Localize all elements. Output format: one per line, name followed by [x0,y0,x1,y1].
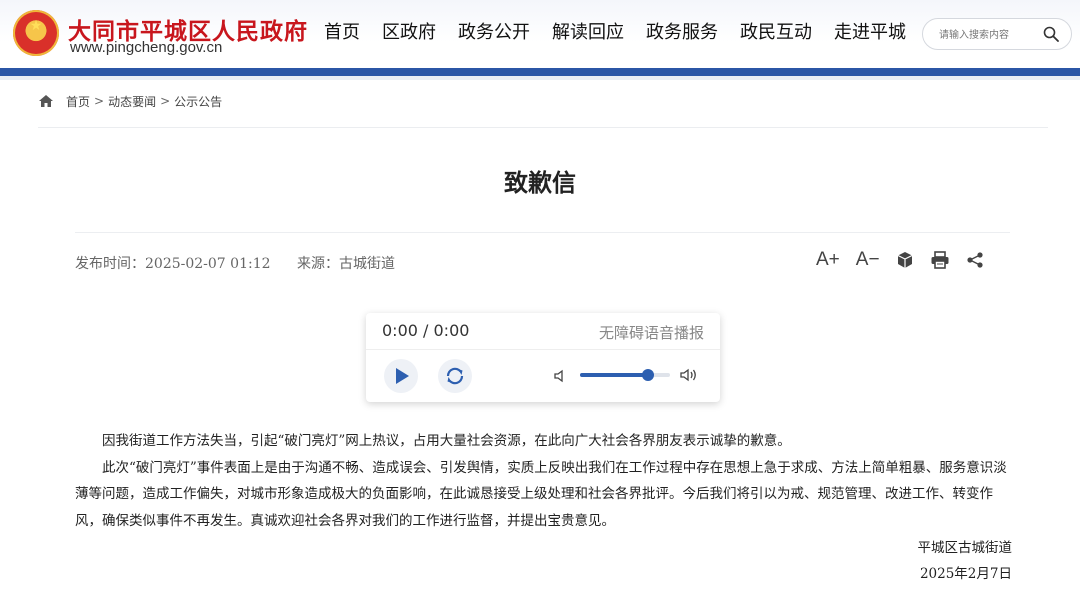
player-divider [366,349,720,350]
national-emblem-logo[interactable]: ★ [13,10,59,56]
article-source: 来源：古城街道 [296,256,395,272]
breadcrumb-news[interactable]: 动态要闻 [108,93,156,110]
nav-item-home[interactable]: 首页 [313,20,371,46]
breadcrumb-separator: > [94,94,105,108]
site-url: www.pingcheng.gov.cn [70,39,223,56]
article-signature: 平城区古城街道 2025年2月7日 [918,535,1013,587]
article-title: 致歉信 [504,168,576,197]
nav-item-gov-services[interactable]: 政务服务 [635,20,729,46]
title-divider [75,232,1010,233]
article-meta: 发布时间：2025-02-07 01:12 来源：古城街道 [75,253,417,273]
nav-item-interaction[interactable]: 政民互动 [729,20,823,46]
article-toolbar: A+ A− [816,249,1000,271]
nav-item-gov-affairs-open[interactable]: 政务公开 [447,20,541,46]
print-icon[interactable] [930,251,950,269]
audio-player-label: 无障碍语音播报 [598,324,704,342]
breadcrumb-separator: > [160,94,171,108]
signature-date: 2025年2月7日 [919,566,1012,582]
breadcrumb-home[interactable]: 首页 [66,93,90,110]
article-paragraph: 因我街道工作方法失当，引起“破门亮灯”网上热议，占用大量社会资源，在此向广大社会… [102,433,791,449]
signature-org: 平城区古城街道 [917,540,1013,556]
font-increase-button[interactable]: A+ [816,249,840,271]
loop-icon [446,367,464,385]
search-box [922,18,1072,50]
site-header: ★ 大同市平城区人民政府 www.pingcheng.gov.cn 首页 区政府… [0,0,1080,70]
volume-high-icon[interactable] [679,367,699,383]
volume-slider[interactable] [580,369,670,381]
article-paragraph: 此次“破门亮灯”事件表面上是由于沟通不畅、造成误会、引发舆情，实质上反映出我们在… [75,459,1007,529]
share-icon[interactable] [966,251,984,269]
breadcrumb-notices[interactable]: 公示公告 [174,93,222,110]
search-icon[interactable] [1043,26,1059,42]
play-button[interactable] [384,359,418,393]
breadcrumb: 首页 > 动态要闻 > 公示公告 [38,91,222,111]
article-body: 因我街道工作方法失当，引起“破门亮灯”网上热议，占用大量社会资源，在此向广大社会… [75,428,1012,534]
volume-low-icon[interactable] [553,369,567,383]
main-nav: 首页 区政府 政务公开 解读回应 政务服务 政民互动 走进平城 [313,20,917,46]
loop-button[interactable] [438,359,472,393]
font-decrease-button[interactable]: A− [856,249,880,271]
audio-player: 0:00 / 0:00 无障碍语音播报 [366,313,720,402]
nav-item-interpretation[interactable]: 解读回应 [541,20,635,46]
volume-slider-handle[interactable] [641,369,654,381]
header-divider-bar [0,68,1080,76]
play-icon [396,368,409,384]
nav-item-about-pingcheng[interactable]: 走进平城 [823,20,917,46]
publish-time: 发布时间：2025-02-07 01:12 [75,256,271,272]
header-shadow-bar [0,76,1080,80]
audio-time: 0:00 / 0:00 [382,321,470,340]
breadcrumb-divider [38,127,1048,128]
search-input[interactable] [937,25,1041,45]
3d-box-icon[interactable] [896,251,914,269]
nav-item-district-gov[interactable]: 区政府 [371,20,447,46]
volume-slider-fill [580,373,648,377]
home-icon [39,95,53,107]
